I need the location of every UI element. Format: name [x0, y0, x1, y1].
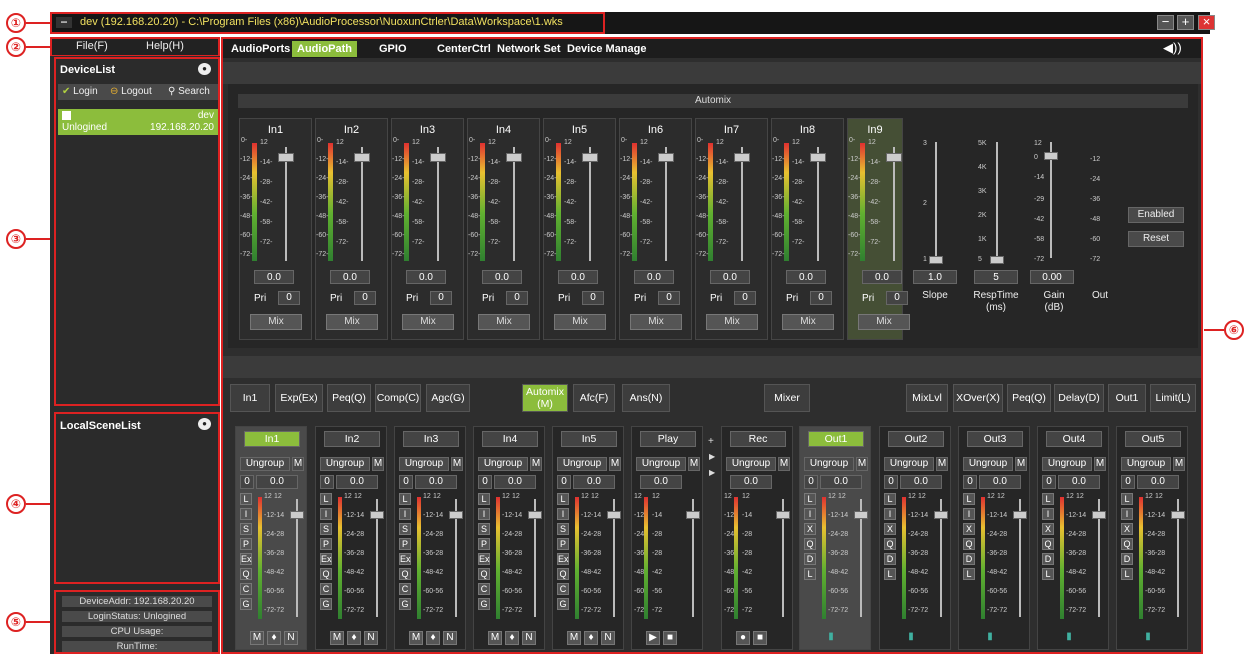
callout-6: ⑥	[1224, 320, 1244, 340]
callout-3: ③	[6, 229, 26, 249]
callout-6-arrow	[1204, 329, 1224, 331]
highlight-box-1	[50, 12, 605, 34]
highlight-box-3	[54, 57, 220, 406]
minimize-button[interactable]: −	[1157, 15, 1174, 30]
maximize-button[interactable]: +	[1177, 15, 1194, 30]
callout-1-arrow	[26, 22, 50, 24]
callout-2-arrow	[26, 46, 50, 48]
highlight-box-4	[54, 412, 220, 584]
callout-4-arrow	[26, 503, 50, 505]
callout-2: ②	[6, 37, 26, 57]
highlight-box-5	[54, 590, 220, 654]
highlight-box-6	[221, 37, 1203, 654]
callout-5-arrow	[26, 621, 50, 623]
callout-3-arrow	[26, 238, 50, 240]
callout-5: ⑤	[6, 612, 26, 632]
callout-1: ①	[6, 13, 26, 33]
highlight-box-2	[50, 37, 220, 57]
close-button[interactable]: ×	[1198, 15, 1215, 30]
callout-4: ④	[6, 494, 26, 514]
